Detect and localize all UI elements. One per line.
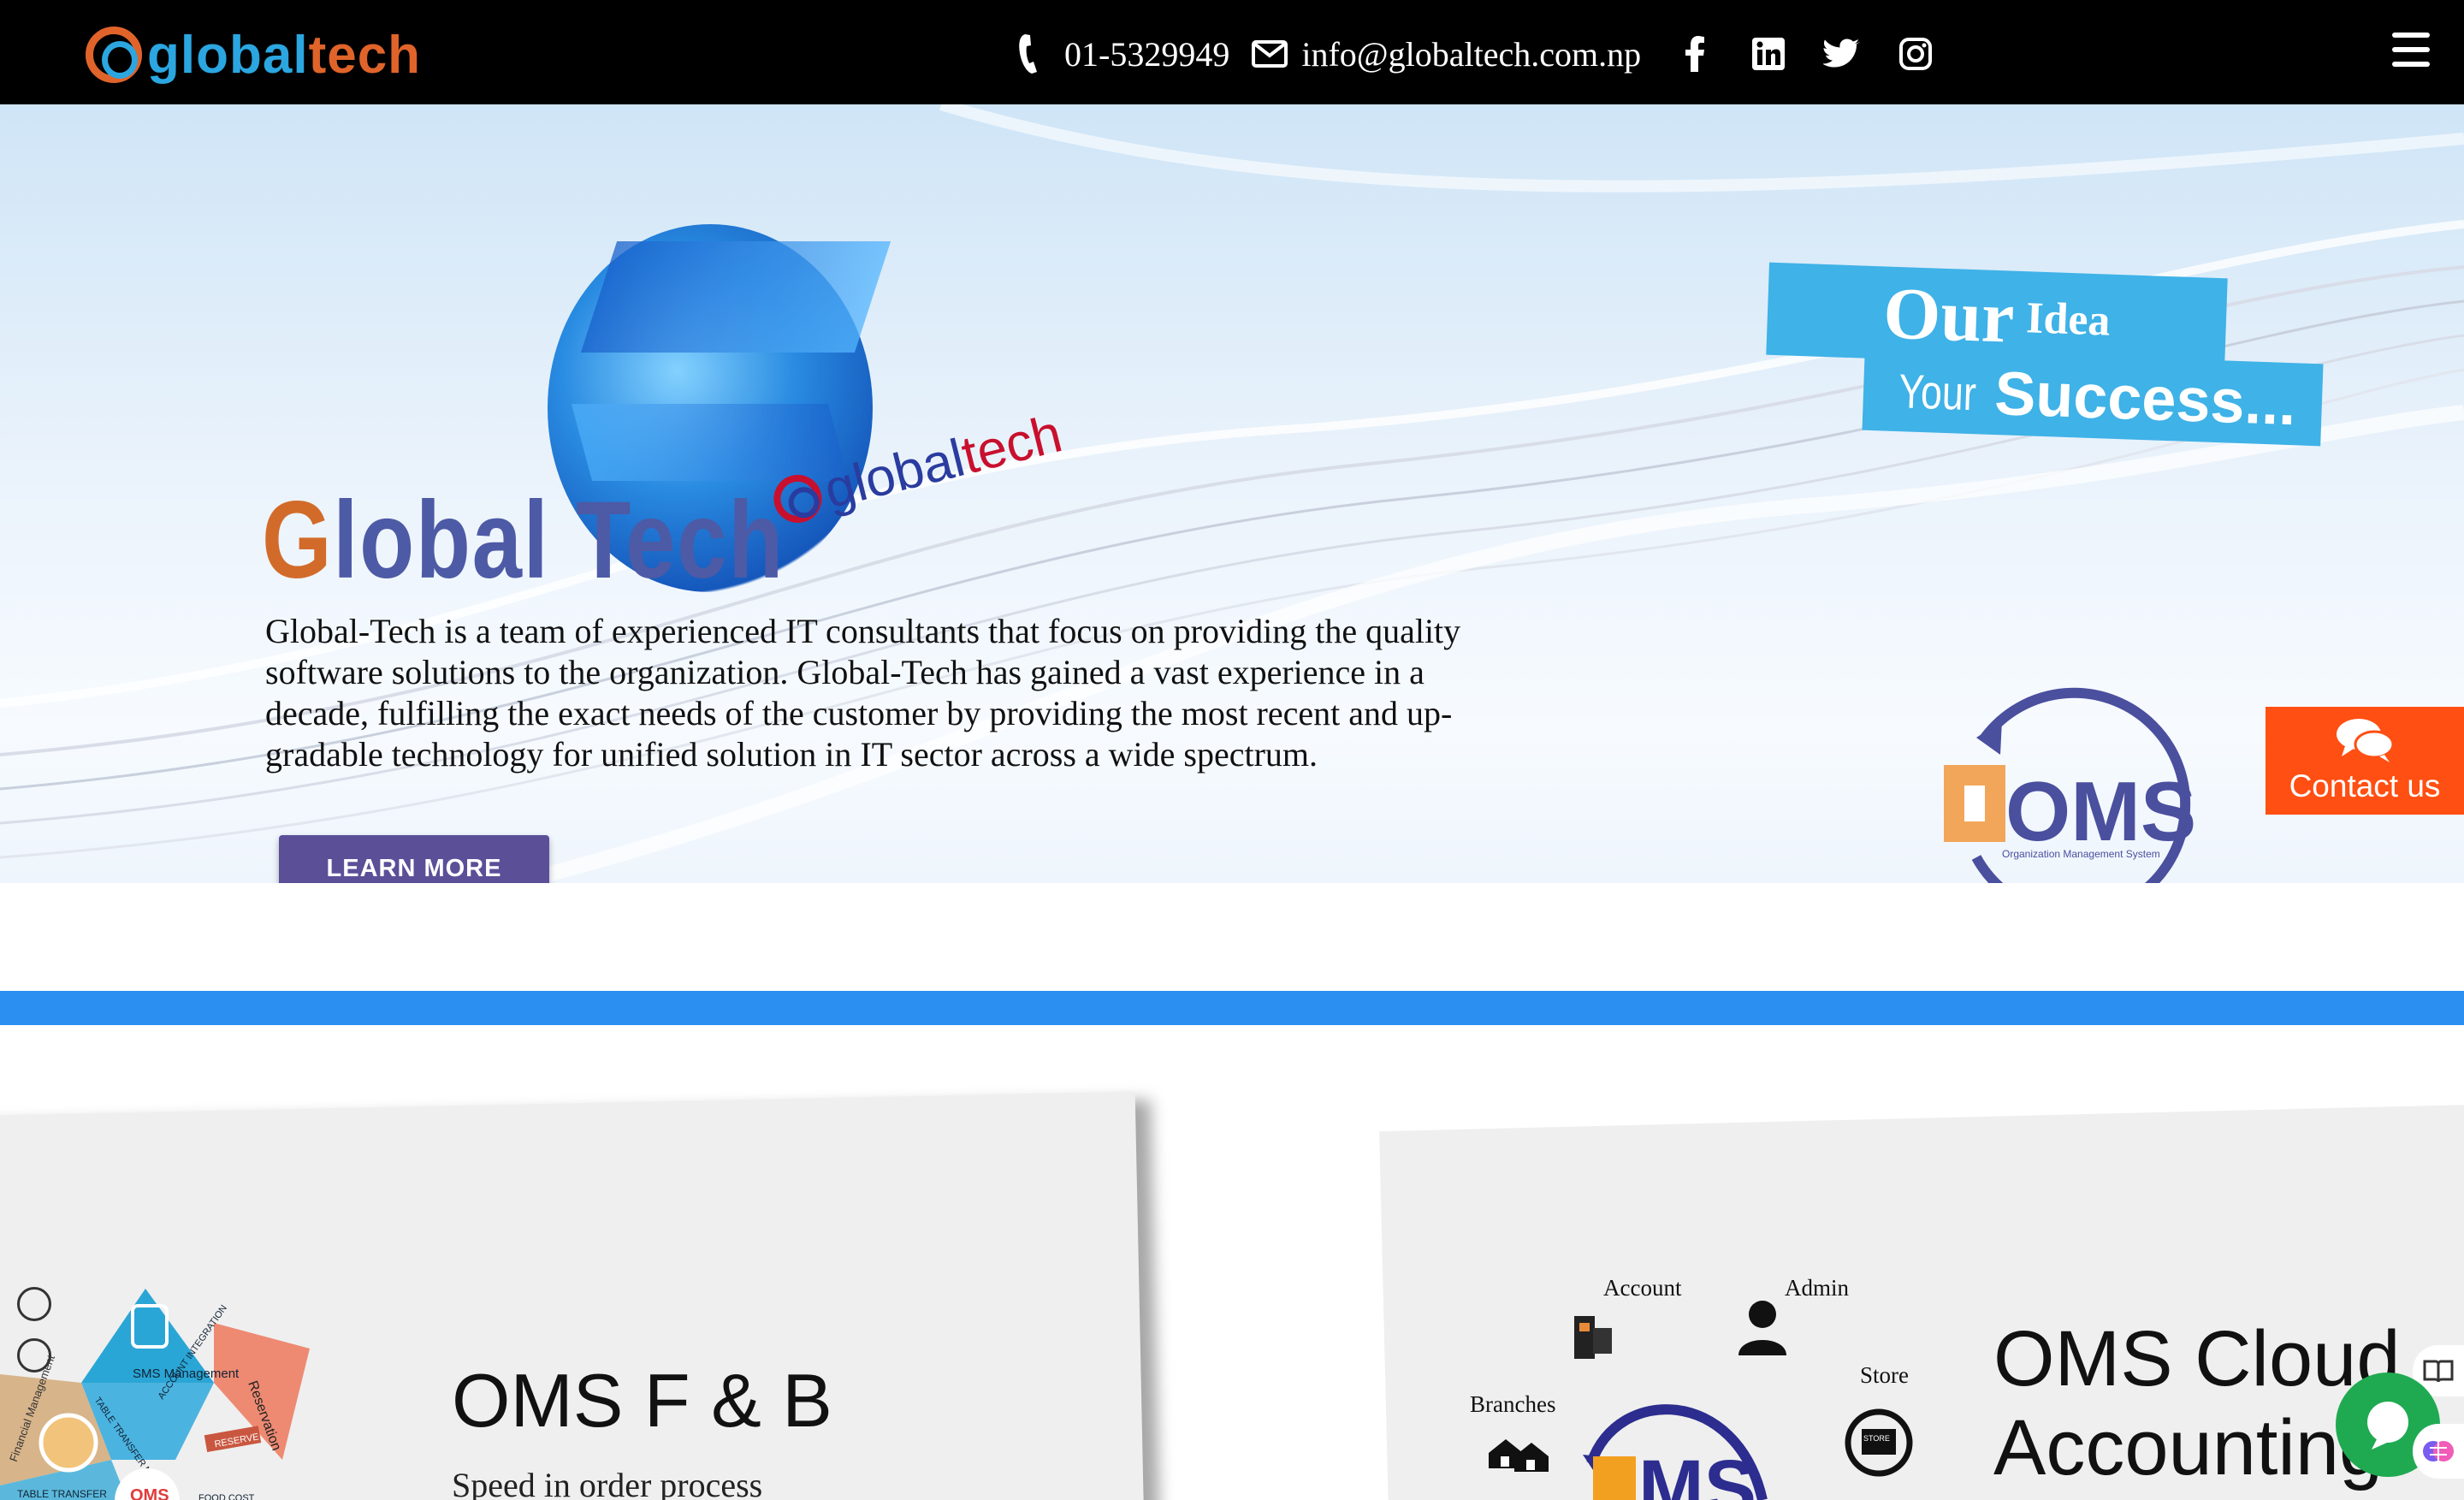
oms-fb-label-table-transfer: TABLE TRANSFER: [17, 1488, 107, 1500]
tagline-success: Success...: [1993, 359, 2297, 439]
oms-logo-text: OMS: [2005, 764, 2196, 858]
oms-fb-feature-graphic: SMS Management Reservation TABLE TRANSFE…: [0, 1289, 310, 1500]
store-icon: STORE: [1845, 1408, 1913, 1477]
twitter-icon[interactable]: [1822, 34, 1862, 74]
tagline-our: Our: [1881, 271, 2016, 359]
contact-us-label: Contact us: [2289, 768, 2441, 803]
oms-fb-label-oms: OMS: [130, 1486, 169, 1500]
oms-fb-label-food-cost: FOOD COST: [198, 1493, 255, 1500]
logo-g-mark: [86, 27, 142, 83]
email-address[interactable]: info@globaltech.com.np: [1301, 34, 1641, 74]
oms-cloud-diagram: Account Admin Branches Store STORE MS: [1463, 1266, 1942, 1500]
hero-title-rest: lobal Tech: [333, 479, 785, 602]
chat-bubbles-icon: [2337, 719, 2395, 762]
logo-part-1: g: [147, 25, 181, 85]
logo-part-3: tech: [308, 25, 422, 85]
oms-logo: OMS Organization Management System: [1944, 687, 2196, 883]
contact-us-tab[interactable]: Contact us: [2266, 707, 2464, 815]
phone-number[interactable]: 01-5329949: [1064, 34, 1229, 74]
svg-text:MS: MS: [1638, 1444, 1756, 1500]
oms-fb-subtitle: Speed in order process: [452, 1466, 763, 1500]
branches-houses-icon: [1489, 1439, 1549, 1472]
linkedin-icon[interactable]: [1749, 34, 1788, 74]
top-navbar: globaltech 01-5329949 info@globaltech.co…: [0, 0, 2464, 104]
learn-more-button[interactable]: LEARN MORE: [279, 835, 549, 883]
hero-title-initial: G: [262, 479, 334, 602]
chat-icon: [2367, 1402, 2408, 1450]
tagline-your: Your: [1898, 363, 1978, 420]
hero-description: Global-Tech is a team of experienced IT …: [265, 612, 1461, 774]
facebook-icon[interactable]: [1675, 34, 1715, 74]
logo-wordmark: globaltech: [147, 25, 421, 86]
store-badge-text: STORE: [1863, 1434, 1890, 1443]
logo-part-2: lobal: [180, 25, 309, 85]
globaltech-logo[interactable]: globaltech: [86, 21, 421, 89]
tagline-idea: Idea: [2025, 293, 2112, 346]
calculator-icon: [1574, 1316, 1595, 1359]
hamburger-menu-icon[interactable]: [2392, 33, 2430, 67]
oms-logo-sub: Organization Management System: [2002, 848, 2160, 860]
phone-icon: [1018, 33, 1045, 75]
envelope-icon: [1252, 40, 1288, 68]
tagline-your-success: Your Success...: [1862, 347, 2324, 447]
hero-banner: global tech Global Tech Global-Tech is a …: [0, 104, 2464, 883]
ai-assistant-icon[interactable]: [2413, 1424, 2464, 1479]
hero-title: Global Tech: [262, 477, 785, 603]
header-contact-strip: 01-5329949 info@globaltech.com.np: [1018, 24, 1935, 84]
instagram-icon[interactable]: [1896, 34, 1935, 74]
section-divider: [0, 991, 2464, 1025]
admin-person-icon: [1738, 1301, 1786, 1355]
oms-fb-title: OMS F & B: [452, 1358, 832, 1443]
